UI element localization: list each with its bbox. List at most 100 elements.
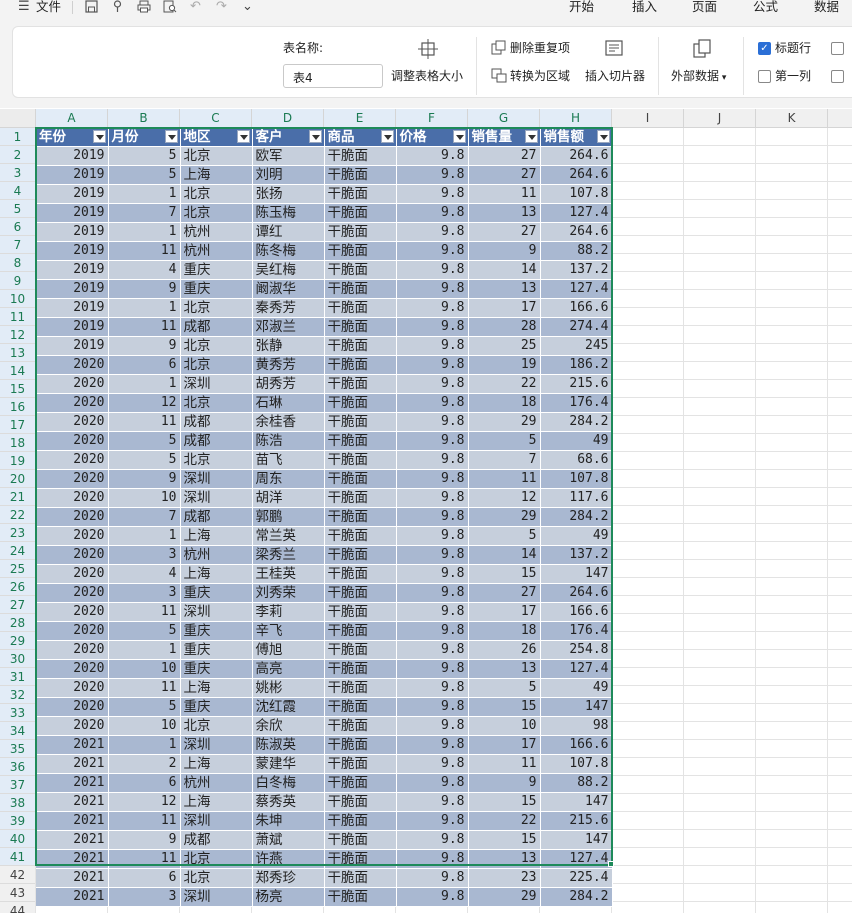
table-cell[interactable]: 干脆面 [324, 697, 397, 717]
table-cell[interactable]: 9.8 [396, 412, 469, 432]
table-cell[interactable]: 29 [468, 412, 541, 432]
resize-table-icon[interactable] [417, 39, 439, 62]
row-header[interactable]: 8 [0, 254, 36, 272]
table-cell[interactable]: 9.8 [396, 279, 469, 299]
table-cell[interactable]: 深圳 [180, 887, 253, 907]
table-cell[interactable]: 9.8 [396, 792, 469, 812]
table-cell[interactable]: 9.8 [396, 830, 469, 850]
table-cell[interactable]: 2019 [36, 317, 109, 337]
table-cell[interactable]: 2019 [36, 184, 109, 204]
table-cell[interactable]: 22 [468, 811, 541, 831]
table-cell[interactable]: 上海 [180, 526, 253, 546]
filter-dropdown-icon[interactable] [524, 130, 538, 143]
table-cell[interactable]: 147 [540, 564, 613, 584]
table-cell[interactable]: 干脆面 [324, 583, 397, 603]
table-cell[interactable]: 10 [108, 716, 181, 736]
table-cell[interactable]: 干脆面 [324, 317, 397, 337]
print-preview-icon[interactable] [163, 0, 177, 17]
table-cell[interactable]: 11 [108, 317, 181, 337]
table-cell[interactable]: 11 [468, 184, 541, 204]
table-cell[interactable]: 5 [108, 431, 181, 451]
table-cell[interactable]: 9 [108, 279, 181, 299]
table-cell[interactable]: 98 [540, 716, 613, 736]
table-cell[interactable]: 127.4 [540, 279, 613, 299]
table-cell[interactable]: 14 [468, 260, 541, 280]
table-name-input[interactable]: 表4 [283, 64, 383, 88]
table-cell[interactable]: 1 [108, 735, 181, 755]
table-cell[interactable]: 186.2 [540, 355, 613, 375]
table-cell[interactable]: 49 [540, 526, 613, 546]
table-cell[interactable]: 干脆面 [324, 735, 397, 755]
table-cell[interactable]: 干脆面 [324, 849, 397, 869]
table-cell[interactable]: 2019 [36, 165, 109, 185]
table-cell[interactable]: 苗飞 [252, 450, 325, 470]
table-cell[interactable]: 2021 [36, 830, 109, 850]
convert-to-range-button[interactable]: 转换为区域 [510, 69, 570, 83]
table-cell[interactable]: 2020 [36, 412, 109, 432]
row-header[interactable]: 29 [0, 632, 36, 650]
table-cell[interactable]: 2019 [36, 260, 109, 280]
table-cell[interactable]: 4 [108, 260, 181, 280]
table-cell[interactable]: 10 [108, 488, 181, 508]
table-cell[interactable]: 2020 [36, 564, 109, 584]
table-cell[interactable]: 5 [468, 526, 541, 546]
table-cell[interactable]: 2021 [36, 792, 109, 812]
table-cell[interactable]: 264.6 [540, 222, 613, 242]
table-cell[interactable]: 12 [108, 792, 181, 812]
table-cell[interactable]: 高亮 [252, 659, 325, 679]
table-cell[interactable]: 284.2 [540, 507, 613, 527]
table-cell[interactable]: 5 [108, 621, 181, 641]
row-header[interactable]: 28 [0, 614, 36, 632]
table-cell[interactable]: 干脆面 [324, 222, 397, 242]
table-cell[interactable]: 沈红霞 [252, 697, 325, 717]
table-cell[interactable]: 干脆面 [324, 678, 397, 698]
table-cell[interactable]: 22 [468, 374, 541, 394]
table-cell[interactable]: 杭州 [180, 241, 253, 261]
table-cell[interactable]: 干脆面 [324, 564, 397, 584]
table-cell[interactable]: 重庆 [180, 659, 253, 679]
table-cell[interactable]: 11 [108, 602, 181, 622]
external-data-icon[interactable] [691, 39, 713, 62]
table-cell[interactable]: 1 [108, 374, 181, 394]
select-all-corner[interactable] [0, 109, 36, 127]
row-header[interactable]: 34 [0, 722, 36, 740]
table-cell[interactable]: 9.8 [396, 450, 469, 470]
table-cell[interactable]: 干脆面 [324, 469, 397, 489]
table-cell[interactable]: 28 [468, 317, 541, 337]
table-cell[interactable]: 2021 [36, 773, 109, 793]
table-cell[interactable]: 225.4 [540, 868, 613, 888]
row-header[interactable]: 13 [0, 344, 36, 362]
filter-dropdown-icon[interactable] [236, 130, 250, 143]
table-cell[interactable]: 2021 [36, 754, 109, 774]
table-cell[interactable]: 北京 [180, 146, 253, 166]
row-header[interactable]: 42 [0, 866, 36, 884]
table-cell[interactable]: 萧斌 [252, 830, 325, 850]
table-cell[interactable]: 1 [108, 526, 181, 546]
table-cell[interactable]: 166.6 [540, 602, 613, 622]
table-cell[interactable]: 9.8 [396, 203, 469, 223]
table-cell[interactable]: 上海 [180, 564, 253, 584]
table-cell[interactable]: 干脆面 [324, 260, 397, 280]
table-cell[interactable]: 9.8 [396, 754, 469, 774]
table-cell[interactable]: 蒙建华 [252, 754, 325, 774]
table-cell[interactable]: 88.2 [540, 241, 613, 261]
table-cell[interactable]: 117.6 [540, 488, 613, 508]
row-header[interactable]: 43 [0, 884, 36, 902]
table-cell[interactable]: 284.2 [540, 412, 613, 432]
column-header-e[interactable]: E [324, 109, 396, 127]
table-cell[interactable]: 干脆面 [324, 659, 397, 679]
table-cell[interactable]: 107.8 [540, 469, 613, 489]
table-cell[interactable]: 李莉 [252, 602, 325, 622]
table-cell[interactable]: 2020 [36, 697, 109, 717]
table-cell[interactable]: 284.2 [540, 887, 613, 907]
row-header[interactable]: 23 [0, 524, 36, 542]
row-header[interactable]: 44 [0, 902, 36, 913]
table-cell[interactable]: 7 [108, 507, 181, 527]
tab-data[interactable]: 数据 [814, 0, 839, 16]
table-cell[interactable]: 9.8 [396, 355, 469, 375]
table-cell[interactable]: 张扬 [252, 184, 325, 204]
table-cell[interactable]: 15 [468, 564, 541, 584]
tab-formula[interactable]: 公式 [753, 0, 778, 16]
table-cell[interactable]: 9.8 [396, 317, 469, 337]
table-cell[interactable]: 264.6 [540, 146, 613, 166]
